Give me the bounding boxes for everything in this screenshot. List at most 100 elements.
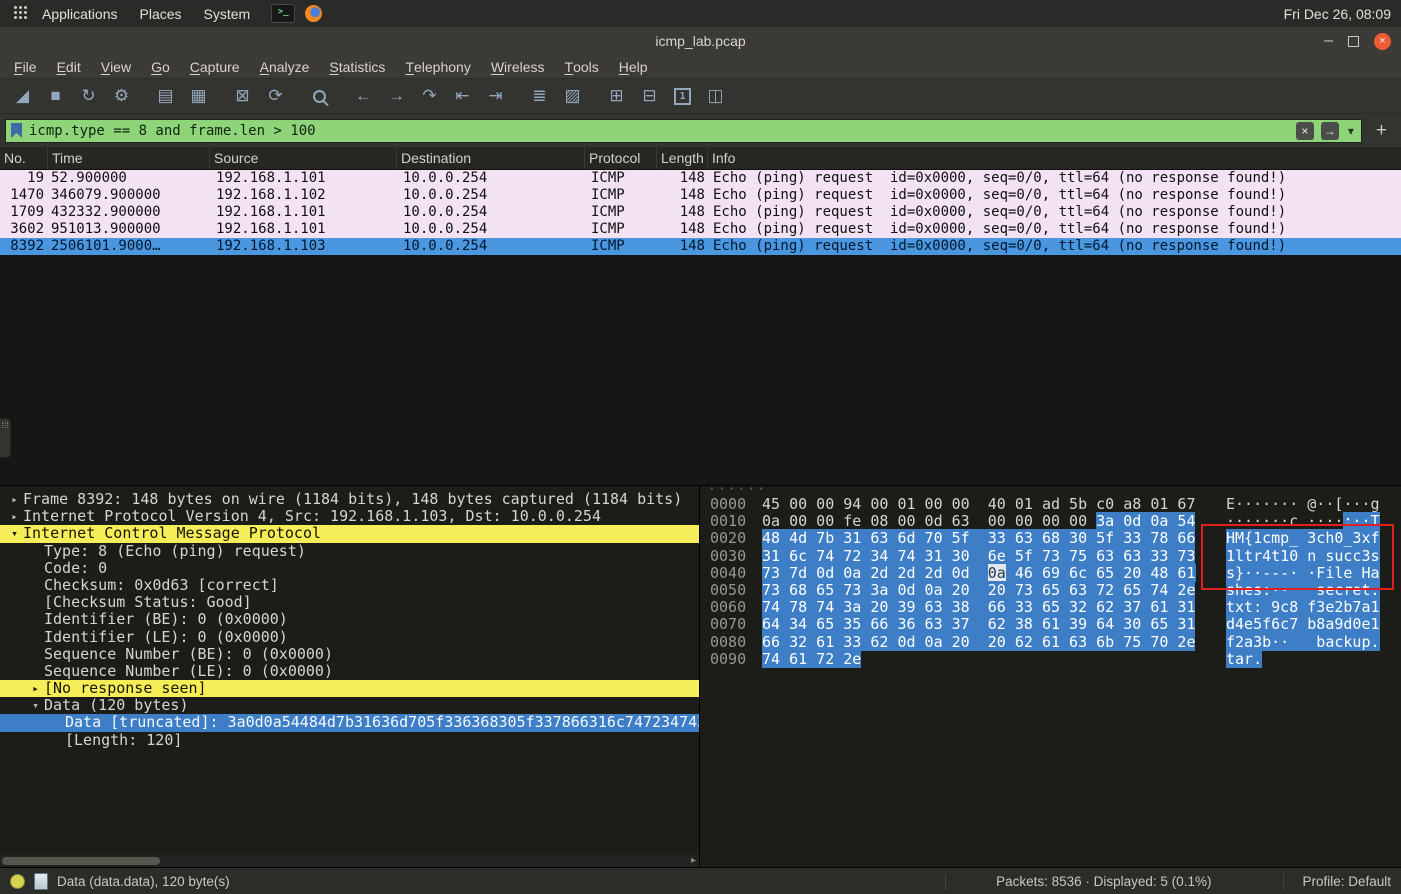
filter-dropdown-icon[interactable]: ▾	[1348, 124, 1354, 138]
menu-statistics[interactable]: Statistics	[319, 55, 395, 78]
hex-row[interactable]: 009074 61 72 2etar.	[700, 651, 1401, 668]
column-header-destination[interactable]: Destination	[397, 147, 585, 169]
column-header-source[interactable]: Source	[210, 147, 397, 169]
hex-row[interactable]: 00100a 00 00 fe 08 00 0d 63 00 00 00 00 …	[700, 513, 1401, 530]
scrollbar-thumb[interactable]	[2, 857, 160, 865]
packet-row[interactable]: 1952.900000192.168.1.10110.0.0.254ICMP14…	[0, 170, 1401, 187]
detail-line[interactable]: ▸[No response seen]	[0, 680, 699, 697]
filter-apply-button[interactable]: →	[1321, 122, 1339, 140]
detail-line[interactable]: [Length: 120]	[0, 732, 699, 749]
close-button[interactable]: ×	[1374, 33, 1391, 50]
go-first-packet-button[interactable]: ⇤	[446, 82, 479, 110]
detail-line[interactable]: ▸Frame 8392: 148 bytes on wire (1184 bit…	[0, 491, 699, 508]
expand-arrow-icon[interactable]: ▸	[6, 491, 23, 508]
display-filter-input[interactable]: icmp.type == 8 and frame.len > 100 × → ▾	[5, 119, 1362, 143]
detail-line[interactable]: Identifier (BE): 0 (0x0000)	[0, 611, 699, 628]
detail-line[interactable]: Checksum: 0x0d63 [correct]	[0, 577, 699, 594]
column-header-info[interactable]: Info	[708, 147, 1401, 169]
capture-file-properties-icon[interactable]	[34, 873, 48, 890]
expand-arrow-icon[interactable]: ▸	[6, 508, 23, 525]
zoom-out-button[interactable]: ⊟	[633, 82, 666, 110]
capture-stop-button[interactable]: ■	[39, 82, 72, 110]
menu-help[interactable]: Help	[609, 55, 658, 78]
reload-file-button[interactable]: ⟳	[259, 82, 292, 110]
zoom-in-button[interactable]: ⊞	[600, 82, 633, 110]
capture-restart-button[interactable]: ↻	[72, 82, 105, 110]
menu-view[interactable]: View	[91, 55, 141, 78]
detail-line[interactable]: Code: 0	[0, 560, 699, 577]
scroll-right-button[interactable]: ▸	[691, 855, 696, 867]
menu-telephony[interactable]: Telephony	[395, 55, 480, 78]
panel-menu-system[interactable]: System	[193, 0, 262, 27]
applications-grid-icon[interactable]	[14, 6, 17, 9]
packet-row[interactable]: 1709432332.900000192.168.1.10110.0.0.254…	[0, 204, 1401, 221]
resize-columns-button[interactable]: ◫	[699, 82, 732, 110]
colorize-packets-button[interactable]: ▨	[556, 82, 589, 110]
column-header-no[interactable]: No.	[0, 147, 48, 169]
find-packet-icon	[313, 90, 326, 103]
filter-clear-button[interactable]: ×	[1296, 122, 1314, 140]
details-horizontal-scrollbar[interactable]: ▸	[0, 855, 700, 867]
column-header-protocol[interactable]: Protocol	[585, 147, 657, 169]
hex-row[interactable]: 005073 68 65 73 3a 0d 0a 20 20 73 65 63 …	[700, 582, 1401, 599]
panel-menu-places[interactable]: Places	[129, 0, 193, 27]
detail-line[interactable]: [Checksum Status: Good]	[0, 594, 699, 611]
menu-file[interactable]: File	[4, 55, 47, 78]
menu-go[interactable]: Go	[141, 55, 180, 78]
column-header-time[interactable]: Time	[48, 147, 210, 169]
detail-line[interactable]: Identifier (LE): 0 (0x0000)	[0, 629, 699, 646]
go-last-packet-button[interactable]: ⇥	[479, 82, 512, 110]
maximize-button[interactable]	[1348, 36, 1359, 47]
hex-row[interactable]: 008066 32 61 33 62 0d 0a 20 20 62 61 63 …	[700, 634, 1401, 651]
minimize-button[interactable]: –	[1324, 36, 1333, 46]
hex-row[interactable]: 004073 7d 0d 0a 2d 2d 2d 0d 0a 46 69 6c …	[700, 565, 1401, 582]
detail-line[interactable]: ▸Internet Protocol Version 4, Src: 192.1…	[0, 508, 699, 525]
packet-row[interactable]: 3602951013.900000192.168.1.10110.0.0.254…	[0, 221, 1401, 238]
hex-row[interactable]: 003031 6c 74 72 34 74 31 30 6e 5f 73 75 …	[700, 548, 1401, 565]
panel-clock[interactable]: Fri Dec 26, 08:09	[1284, 6, 1391, 22]
collapse-arrow-icon[interactable]: ▾	[27, 697, 44, 714]
filter-add-button[interactable]: +	[1367, 120, 1396, 142]
expand-arrow-icon[interactable]: ▸	[27, 680, 44, 697]
open-file-button[interactable]: ▤	[149, 82, 182, 110]
panel-menu-applications[interactable]: Applications	[31, 0, 129, 27]
capture-options-button[interactable]: ⚙	[105, 82, 138, 110]
collapse-arrow-icon[interactable]: ▾	[6, 525, 23, 542]
hex-row[interactable]: 007064 34 65 35 66 36 63 37 62 38 61 39 …	[700, 616, 1401, 633]
status-profile[interactable]: Profile: Default	[1283, 874, 1391, 889]
detail-line[interactable]: Type: 8 (Echo (ping) request)	[0, 543, 699, 560]
hex-row[interactable]: 000045 00 00 94 00 01 00 00 40 01 ad 5b …	[700, 496, 1401, 513]
menu-analyze[interactable]: Analyze	[250, 55, 320, 78]
cell-src: 192.168.1.101	[210, 170, 397, 187]
capture-start-button[interactable]: ◢	[6, 82, 39, 110]
detail-line[interactable]: ▾Data (120 bytes)	[0, 697, 699, 714]
packet-list-empty-area[interactable]	[0, 255, 1401, 485]
zoom-normal-button[interactable]: 1	[666, 82, 699, 110]
filter-bookmark-icon[interactable]	[11, 123, 22, 138]
detail-line[interactable]: Sequence Number (LE): 0 (0x0000)	[0, 663, 699, 680]
filter-expression[interactable]: icmp.type == 8 and frame.len > 100	[29, 123, 1289, 139]
menu-tools[interactable]: Tools	[555, 55, 609, 78]
auto-scroll-button[interactable]: ≣	[523, 82, 556, 110]
column-header-length[interactable]: Length	[657, 147, 708, 169]
go-to-packet-button[interactable]: ↷	[413, 82, 446, 110]
save-file-button[interactable]: ▦	[182, 82, 215, 110]
go-back-button[interactable]: ←	[347, 82, 380, 110]
pane-splitter-grip[interactable]	[0, 418, 11, 458]
hex-row[interactable]: 002048 4d 7b 31 63 6d 70 5f 33 63 68 30 …	[700, 530, 1401, 547]
detail-line[interactable]: ▾Internet Control Message Protocol	[0, 525, 699, 542]
find-packet-button[interactable]	[303, 82, 336, 110]
terminal-launcher-icon[interactable]: >_	[271, 4, 295, 23]
detail-line[interactable]: Sequence Number (BE): 0 (0x0000)	[0, 646, 699, 663]
menu-wireless[interactable]: Wireless	[481, 55, 555, 78]
menu-capture[interactable]: Capture	[180, 55, 250, 78]
expert-info-icon[interactable]	[10, 874, 25, 889]
firefox-launcher-icon[interactable]	[305, 5, 322, 22]
menu-edit[interactable]: Edit	[47, 55, 91, 78]
hex-row[interactable]: 006074 78 74 3a 20 39 63 38 66 33 65 32 …	[700, 599, 1401, 616]
packet-row[interactable]: 1470346079.900000192.168.1.10210.0.0.254…	[0, 187, 1401, 204]
packet-row[interactable]: 83922506101.9000…192.168.1.10310.0.0.254…	[0, 238, 1401, 255]
go-forward-button[interactable]: →	[380, 82, 413, 110]
detail-line[interactable]: Data [truncated]: 3a0d0a54484d7b31636d70…	[0, 714, 699, 731]
close-file-button[interactable]: ⊠	[226, 82, 259, 110]
